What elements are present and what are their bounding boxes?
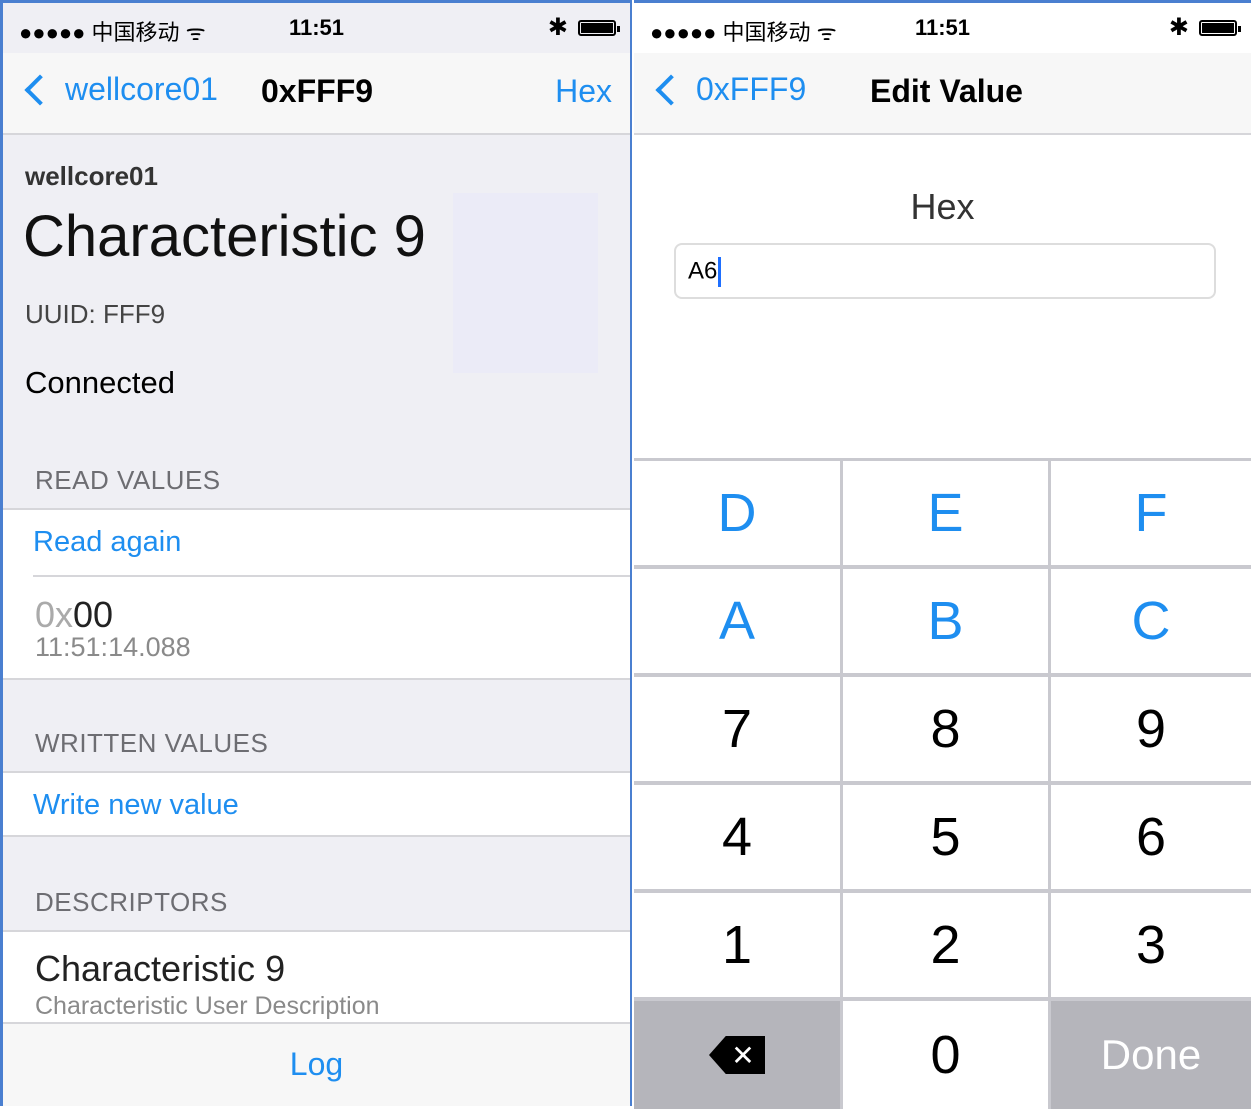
hex-value-input[interactable]: A6 (674, 243, 1216, 299)
nav-title: 0xFFF9 (261, 73, 374, 109)
key-4[interactable]: 4 (634, 785, 840, 889)
key-0[interactable]: 0 (843, 1001, 1048, 1109)
key-3[interactable]: 3 (1051, 893, 1251, 997)
section-header-descriptors: DESCRIPTORS (35, 887, 228, 917)
status-bar: ●●●●● 中国移动 ᯤ 11:51 ✱ (634, 3, 1251, 53)
divider (33, 575, 630, 577)
bluetooth-icon: ✱ (1168, 14, 1189, 41)
section-header-read-values: READ VALUES (35, 465, 221, 495)
hex-toggle-button[interactable]: Hex (555, 73, 612, 110)
key-1[interactable]: 1 (634, 893, 840, 997)
value-bytes: 00 (73, 594, 114, 635)
read-timestamp: 11:51:14.088 (35, 632, 191, 662)
header-shade (453, 193, 598, 373)
delete-key[interactable]: ✕ (634, 1001, 840, 1109)
back-button-label: wellcore01 (65, 71, 218, 107)
write-new-value-button[interactable]: Write new value (3, 789, 239, 822)
descriptor-subtitle: Characteristic User Description (35, 992, 380, 1020)
back-button[interactable]: 0xFFF9 (652, 71, 806, 108)
characteristic-title: Characteristic 9 (23, 204, 426, 269)
navigation-bar: 0xFFF9 Edit Value (634, 53, 1251, 135)
device-name: wellcore01 (25, 161, 158, 191)
key-6[interactable]: 6 (1051, 785, 1251, 889)
edit-value-screen: ●●●●● 中国移动 ᯤ 11:51 ✱ 0xFFF9 Edit Value H… (634, 0, 1251, 1109)
nav-title: Edit Value (870, 73, 1023, 109)
read-value: 0x00 (35, 594, 113, 636)
bottom-toolbar: Log (3, 1022, 630, 1106)
read-values-group: Read again 0x00 11:51:14.088 (3, 508, 630, 680)
descriptor-cell[interactable]: Characteristic 9 Characteristic User Des… (3, 930, 630, 1030)
bluetooth-icon: ✱ (547, 14, 568, 41)
backspace-icon: ✕ (709, 1036, 765, 1074)
hex-field-label: Hex (910, 186, 975, 227)
key-f[interactable]: F (1051, 461, 1251, 565)
back-button[interactable]: wellcore01 (21, 71, 218, 108)
key-9[interactable]: 9 (1051, 677, 1251, 781)
log-button[interactable]: Log (3, 1046, 630, 1083)
hex-keypad: D E F A B C 7 8 9 4 5 6 1 2 3 ✕ 0 Done (634, 458, 1251, 1109)
key-8[interactable]: 8 (843, 677, 1048, 781)
battery-icon (578, 20, 620, 36)
key-d[interactable]: D (634, 461, 840, 565)
key-5[interactable]: 5 (843, 785, 1048, 889)
navigation-bar: wellcore01 0xFFF9 Hex (3, 53, 630, 135)
hex-value-text: A6 (688, 257, 718, 285)
chevron-left-icon (655, 73, 687, 106)
status-time: 11:51 (288, 15, 345, 40)
text-caret (718, 257, 722, 287)
key-e[interactable]: E (843, 461, 1048, 565)
chevron-left-icon (24, 73, 56, 106)
back-button-label: 0xFFF9 (696, 71, 807, 107)
key-7[interactable]: 7 (634, 677, 840, 781)
descriptor-title: Characteristic 9 (35, 948, 286, 989)
section-header-written-values: WRITTEN VALUES (35, 728, 269, 758)
uuid-label: UUID: FFF9 (25, 299, 166, 329)
characteristic-screen: ●●●●● 中国移动 ᯤ 11:51 ✱ wellcore01 0xFFF9 H… (0, 0, 632, 1106)
value-prefix: 0x (35, 594, 74, 635)
key-c[interactable]: C (1051, 569, 1251, 673)
connection-status: Connected (25, 365, 175, 400)
status-time: 11:51 (914, 15, 971, 40)
written-values-group: Write new value (3, 771, 630, 837)
key-2[interactable]: 2 (843, 893, 1048, 997)
key-a[interactable]: A (634, 569, 840, 673)
read-again-button[interactable]: Read again (3, 526, 181, 559)
done-key[interactable]: Done (1051, 1001, 1251, 1109)
status-bar: ●●●●● 中国移动 ᯤ 11:51 ✱ (3, 3, 630, 53)
key-b[interactable]: B (843, 569, 1048, 673)
battery-icon (1199, 20, 1241, 36)
